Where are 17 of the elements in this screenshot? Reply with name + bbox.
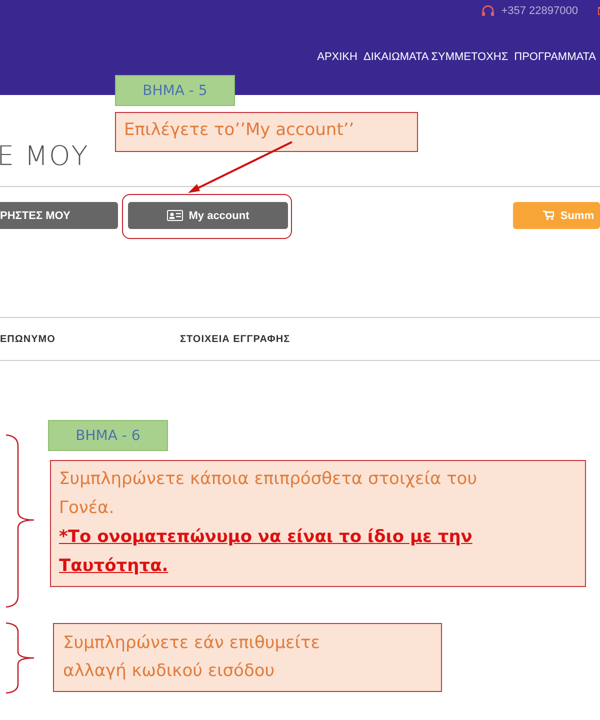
phone-number: +357 22897000 bbox=[501, 5, 578, 17]
nav-link[interactable]: ΑΡΧΙΚΗ bbox=[317, 51, 358, 63]
users-button[interactable]: ΡΗΣΤΕΣ ΜΟΥ bbox=[0, 202, 118, 229]
step-label: ΒΗΜΑ - 5 bbox=[115, 75, 235, 106]
column-header: ΕΠΩΝΥΜΟ bbox=[0, 334, 56, 344]
warning-text: *Το ονοματεπώνυμο να είναι το ίδιο με την Ταυτότητα. bbox=[59, 526, 474, 578]
headset-icon bbox=[481, 4, 496, 18]
step-label: ΒΗΜΑ - 6 bbox=[48, 420, 168, 451]
account-button[interactable]: My account bbox=[128, 202, 288, 229]
id-card-icon bbox=[166, 210, 183, 221]
callout-text: Συμπληρώνετε κάποια επιπρόσθετα στοιχεία του Γονέα. bbox=[59, 468, 478, 520]
nav-link[interactable]: ΔΙΚΑΙΩΜΑΤΑ ΣΥΜΜΕΤΟΧΗΣ bbox=[363, 51, 508, 63]
cart-icon bbox=[543, 209, 554, 222]
nav-link[interactable]: ΠΡΟΓΡΑΜΜΑΤΑ bbox=[514, 51, 596, 63]
callout-box: Επιλέγετε το’’My account’’ bbox=[115, 112, 418, 152]
callout-box: Συμπληρώνετε εάν επιθυμείτε αλλαγή κωδικού εισόδου bbox=[53, 623, 442, 692]
column-header: ΣΤΟΙΧΕΙΑ ΕΓΓΡΑΦΗΣ bbox=[180, 334, 290, 344]
